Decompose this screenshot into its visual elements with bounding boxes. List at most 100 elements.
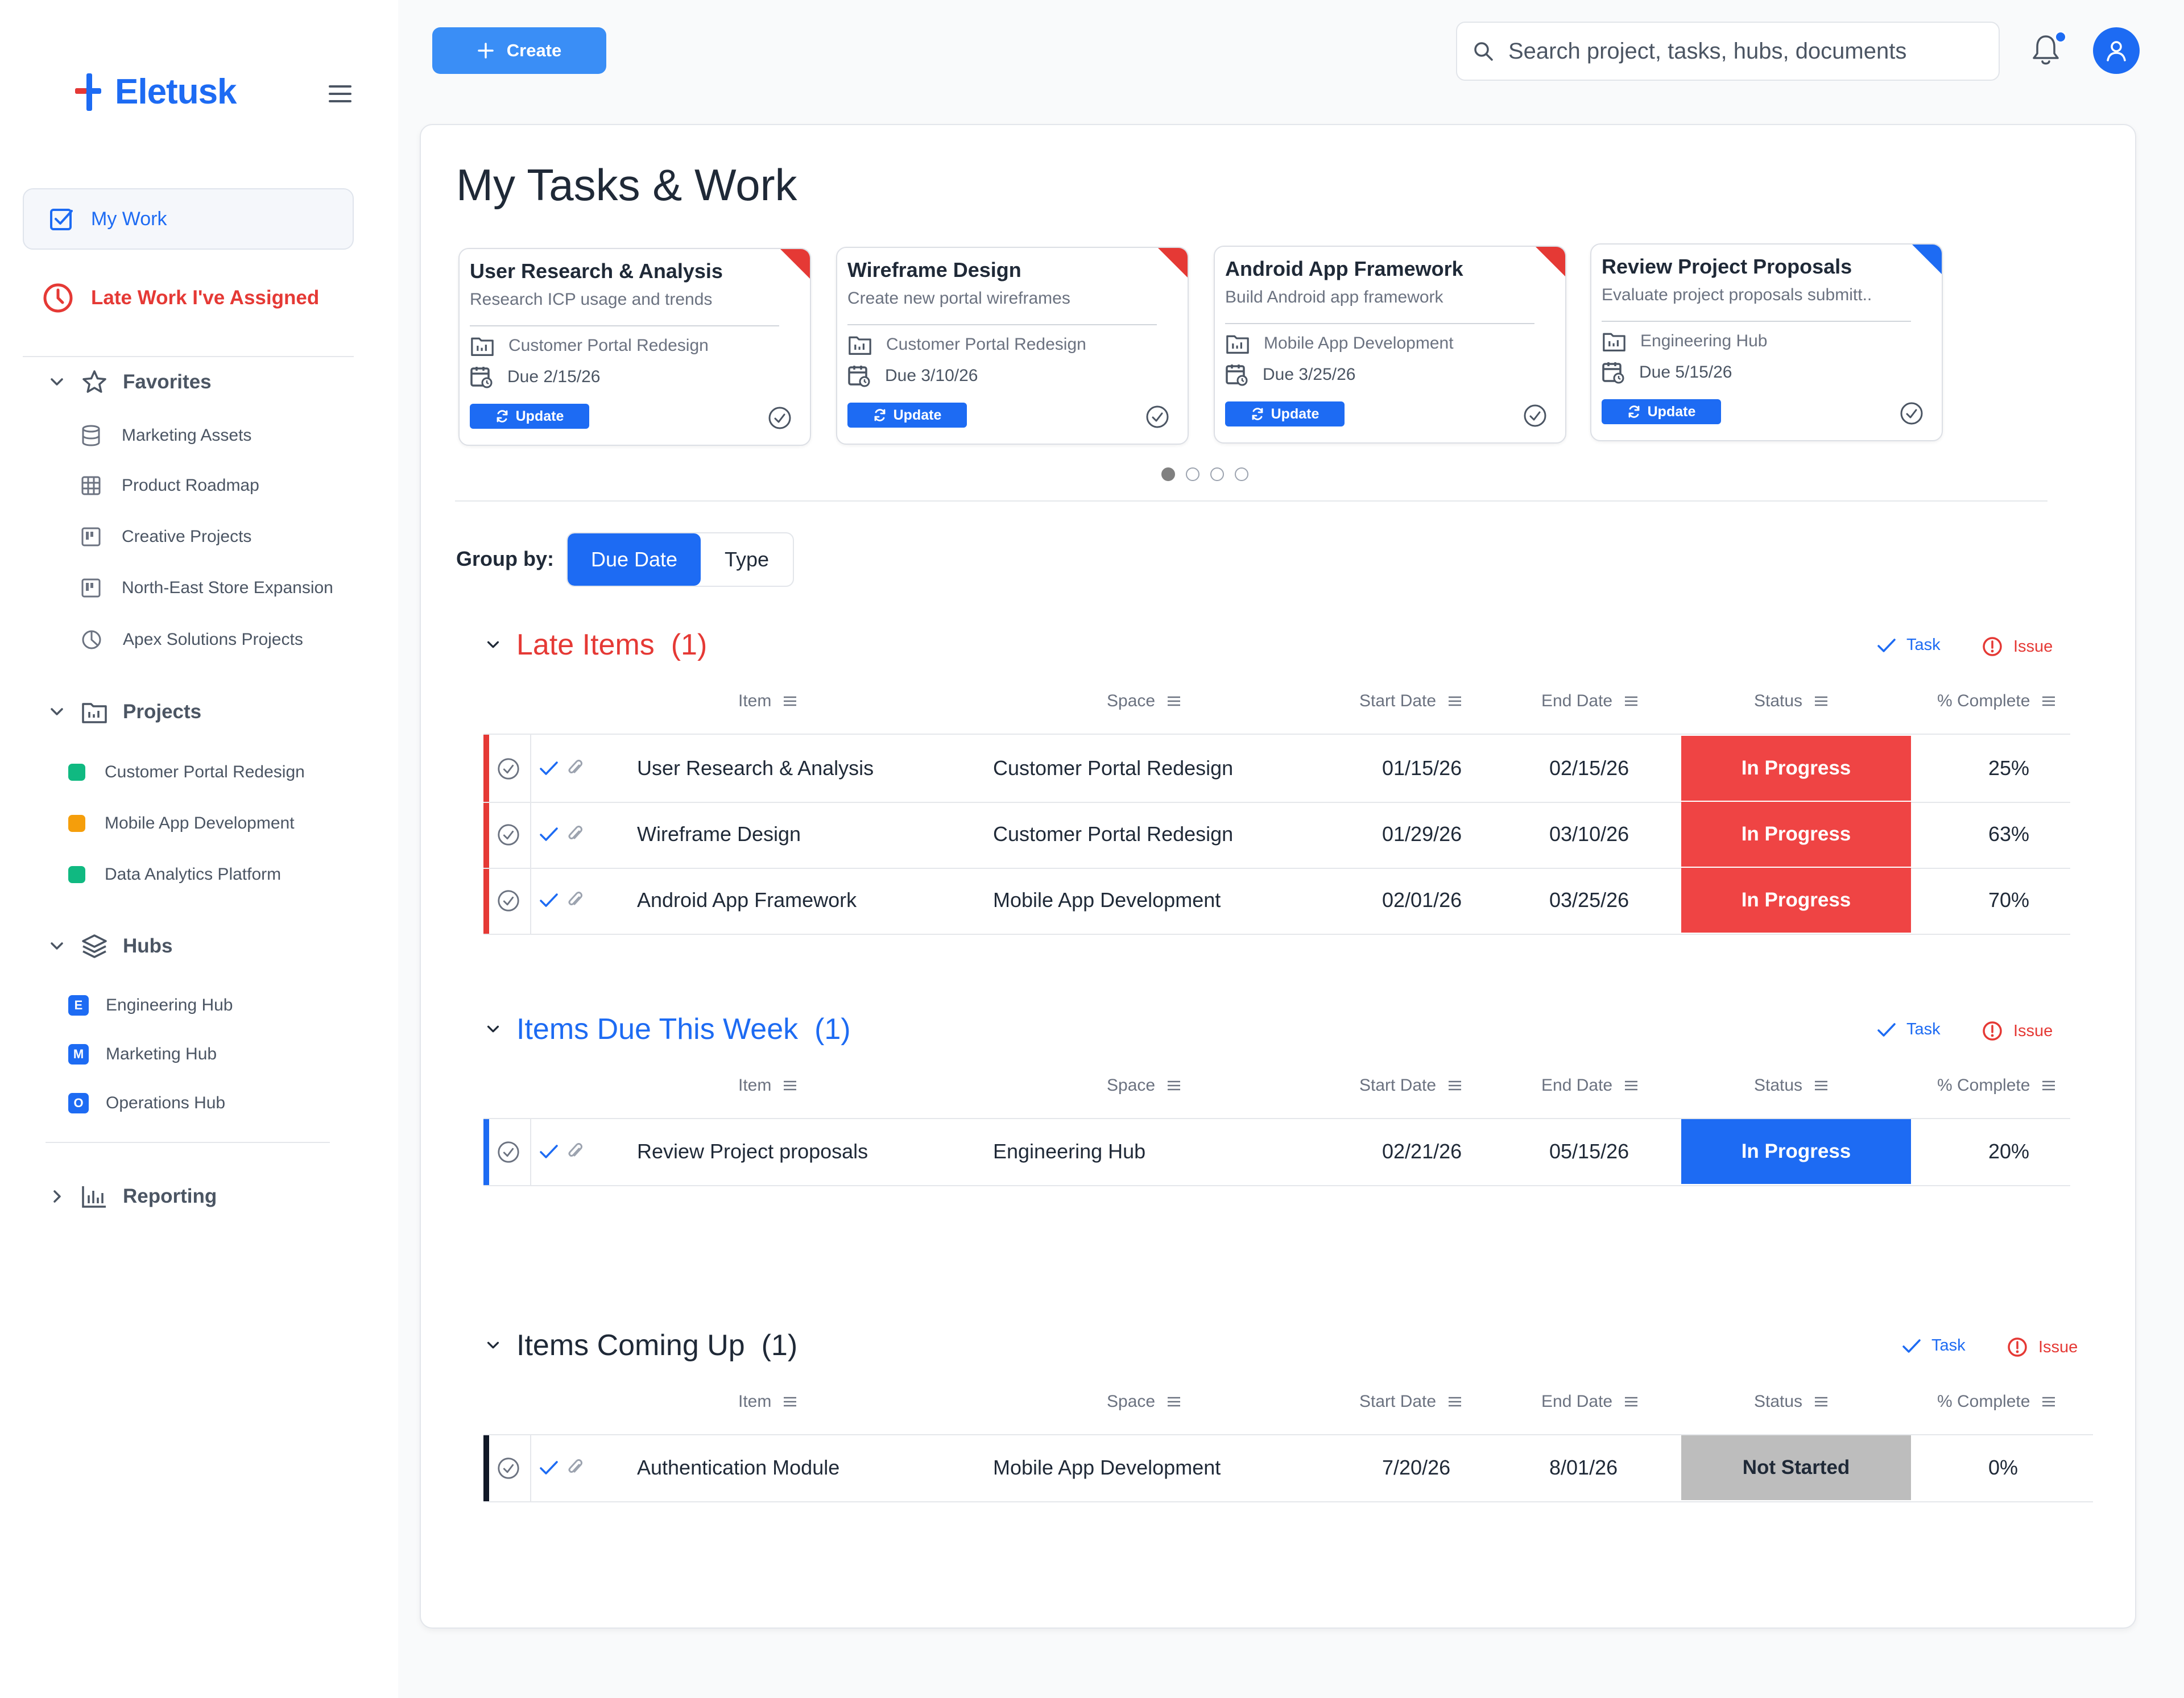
sidebar-item-favorite[interactable]: Apex Solutions Projects xyxy=(81,629,303,651)
check-circle-icon[interactable] xyxy=(767,405,793,431)
paperclip-icon[interactable] xyxy=(566,823,584,844)
row-space[interactable]: Engineering Hub xyxy=(993,1140,1145,1163)
sidebar-item-favorite[interactable]: Marketing Assets xyxy=(81,424,251,447)
sidebar-item-my-work[interactable]: My Work xyxy=(23,188,354,250)
legend-issue[interactable]: Issue xyxy=(1982,1020,2053,1042)
legend-task[interactable]: Task xyxy=(1877,1020,1941,1039)
search-bar[interactable] xyxy=(1456,22,2000,81)
row-item[interactable]: Wireframe Design xyxy=(637,822,801,846)
menu-lines-icon xyxy=(1449,1397,1462,1407)
alert-circle-icon xyxy=(1983,1021,2002,1041)
update-button[interactable]: Update xyxy=(847,403,967,428)
row-space[interactable]: Mobile App Development xyxy=(993,888,1221,912)
avatar[interactable] xyxy=(2093,27,2140,74)
update-button[interactable]: Update xyxy=(470,404,589,429)
sidebar-item-hub[interactable]: M Marketing Hub xyxy=(68,1044,217,1065)
group-by-type[interactable]: Type xyxy=(701,533,793,586)
sidebar-item-project[interactable]: Customer Portal Redesign xyxy=(68,763,305,782)
task-card[interactable]: User Research & Analysis Research ICP us… xyxy=(458,248,811,446)
sidebar-item-project[interactable]: Mobile App Development xyxy=(68,814,295,833)
column-header-start-date[interactable]: Start Date xyxy=(1359,691,1462,711)
paperclip-icon[interactable] xyxy=(566,757,584,778)
column-header-item[interactable]: Item xyxy=(738,691,797,711)
status-badge[interactable]: In Progress xyxy=(1681,868,1911,933)
paperclip-icon[interactable] xyxy=(566,1141,584,1161)
column-header-percent-complete[interactable]: % Complete xyxy=(1937,1076,2056,1095)
row-item[interactable]: Review Project proposals xyxy=(637,1140,868,1163)
sidebar-item-late-work[interactable]: Late Work I've Assigned xyxy=(42,282,319,314)
sidebar-section-reporting[interactable]: Reporting xyxy=(48,1184,217,1209)
column-header-item[interactable]: Item xyxy=(738,1076,797,1095)
group-by-due-date[interactable]: Due Date xyxy=(568,533,701,586)
column-header-end-date[interactable]: End Date xyxy=(1541,691,1639,711)
search-input[interactable] xyxy=(1508,38,1963,64)
legend-issue[interactable]: Issue xyxy=(1982,636,2053,657)
status-badge[interactable]: Not Started xyxy=(1681,1435,1911,1500)
paperclip-icon[interactable] xyxy=(566,1457,584,1477)
row-space[interactable]: Mobile App Development xyxy=(993,1456,1221,1480)
sidebar-section-hubs[interactable]: Hubs xyxy=(48,933,173,960)
legend-issue[interactable]: Issue xyxy=(2007,1336,2078,1358)
sidebar-item-favorite[interactable]: Creative Projects xyxy=(81,527,251,547)
app-logo[interactable]: Eletusk xyxy=(73,72,237,112)
group-header-late-items[interactable]: Late Items (1) xyxy=(485,628,707,662)
task-card[interactable]: Android App Framework Build Android app … xyxy=(1214,246,1566,444)
check-circle-icon[interactable] xyxy=(496,1140,521,1165)
check-circle-icon[interactable] xyxy=(496,1456,521,1481)
column-header-space[interactable]: Space xyxy=(1107,1076,1181,1095)
task-card[interactable]: Wireframe Design Create new portal wiref… xyxy=(836,247,1189,445)
row-space[interactable]: Customer Portal Redesign xyxy=(993,756,1233,780)
column-header-status[interactable]: Status xyxy=(1754,691,1829,711)
sidebar-item-favorite[interactable]: Product Roadmap xyxy=(81,475,259,496)
card-space-label: Mobile App Development xyxy=(1264,334,1454,353)
column-header-status[interactable]: Status xyxy=(1754,1392,1829,1411)
column-header-space[interactable]: Space xyxy=(1107,691,1181,711)
row-item[interactable]: Android App Framework xyxy=(637,888,857,912)
menu-lines-icon xyxy=(1625,696,1638,706)
row-space[interactable]: Customer Portal Redesign xyxy=(993,822,1233,846)
check-circle-icon[interactable] xyxy=(1898,400,1925,426)
legend-task[interactable]: Task xyxy=(1902,1336,1966,1355)
paperclip-icon[interactable] xyxy=(566,889,584,910)
group-header-coming-up[interactable]: Items Coming Up (1) xyxy=(485,1328,797,1362)
column-header-end-date[interactable]: End Date xyxy=(1541,1392,1639,1411)
status-badge[interactable]: In Progress xyxy=(1681,1119,1911,1184)
check-circle-icon[interactable] xyxy=(496,756,521,781)
check-circle-icon[interactable] xyxy=(496,888,521,913)
column-header-item[interactable]: Item xyxy=(738,1392,797,1411)
card-divider xyxy=(847,324,1157,325)
sidebar-section-projects[interactable]: Projects xyxy=(48,699,201,724)
carousel-dot-1[interactable] xyxy=(1161,467,1175,481)
column-header-percent-complete[interactable]: % Complete xyxy=(1937,691,2056,711)
update-button[interactable]: Update xyxy=(1225,401,1345,426)
row-item[interactable]: User Research & Analysis xyxy=(637,756,874,780)
sidebar-item-favorite[interactable]: North-East Store Expansion xyxy=(81,578,333,598)
hamburger-menu-icon[interactable] xyxy=(326,83,355,105)
status-badge[interactable]: In Progress xyxy=(1681,802,1911,867)
sidebar-item-label: Apex Solutions Projects xyxy=(123,630,303,649)
column-header-start-date[interactable]: Start Date xyxy=(1359,1076,1462,1095)
sidebar-item-hub[interactable]: E Engineering Hub xyxy=(68,995,233,1016)
check-circle-icon[interactable] xyxy=(1144,404,1170,430)
column-header-start-date[interactable]: Start Date xyxy=(1359,1392,1462,1411)
carousel-dot-4[interactable] xyxy=(1235,467,1248,481)
check-circle-icon[interactable] xyxy=(1522,403,1548,429)
legend-task[interactable]: Task xyxy=(1877,636,1941,655)
column-header-space[interactable]: Space xyxy=(1107,1392,1181,1411)
group-header-due-this-week[interactable]: Items Due This Week (1) xyxy=(485,1012,851,1046)
sidebar-item-hub[interactable]: O Operations Hub xyxy=(68,1093,225,1113)
task-card[interactable]: Review Project Proposals Evaluate projec… xyxy=(1590,243,1943,441)
update-button[interactable]: Update xyxy=(1602,399,1721,424)
check-circle-icon[interactable] xyxy=(496,822,521,847)
sidebar-section-favorites[interactable]: Favorites xyxy=(48,368,212,396)
carousel-dot-3[interactable] xyxy=(1210,467,1224,481)
carousel-dot-2[interactable] xyxy=(1186,467,1199,481)
column-header-end-date[interactable]: End Date xyxy=(1541,1076,1639,1095)
legend-issue-label: Issue xyxy=(2013,637,2053,656)
row-item[interactable]: Authentication Module xyxy=(637,1456,839,1480)
status-badge[interactable]: In Progress xyxy=(1681,736,1911,801)
column-header-status[interactable]: Status xyxy=(1754,1076,1829,1095)
create-button[interactable]: Create xyxy=(432,27,606,74)
column-header-percent-complete[interactable]: % Complete xyxy=(1937,1392,2056,1411)
sidebar-item-project[interactable]: Data Analytics Platform xyxy=(68,865,281,884)
